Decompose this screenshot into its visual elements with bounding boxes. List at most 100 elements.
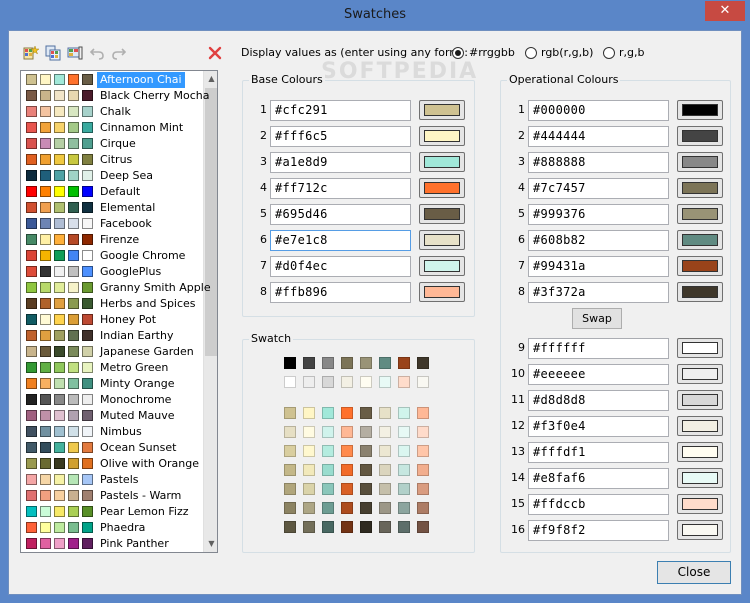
operational-color-button[interactable] [677,100,723,120]
operational-hex-input[interactable]: #f9f8f2 [528,520,669,541]
swatch-cell[interactable] [417,483,429,495]
operational-hex-input[interactable]: #7c7457 [528,178,669,199]
swatch-cell[interactable] [398,464,410,476]
swatch-cell[interactable] [398,357,410,369]
swatch-cell[interactable] [379,407,391,419]
swatch-cell[interactable] [322,483,334,495]
swatch-cell[interactable] [379,357,391,369]
swatch-cell[interactable] [360,426,372,438]
window-close-button[interactable]: ✕ [705,1,745,21]
list-item[interactable]: GooglePlus [22,264,204,280]
swatch-cell[interactable] [303,376,315,388]
operational-hex-input[interactable]: #ffffff [528,338,669,359]
operational-hex-input[interactable]: #f3f0e4 [528,416,669,437]
swatch-cell[interactable] [322,521,334,533]
base-hex-input[interactable]: #695d46 [270,204,411,225]
swatch-cell[interactable] [322,376,334,388]
swatch-cell[interactable] [379,502,391,514]
operational-hex-input[interactable]: #888888 [528,152,669,173]
swatch-cell[interactable] [398,521,410,533]
list-item[interactable]: Pink Panther [22,536,204,552]
operational-hex-input[interactable]: #eeeeee [528,364,669,385]
base-color-button[interactable] [419,126,465,146]
list-item[interactable]: Minty Orange [22,376,204,392]
list-item[interactable]: Cirque [22,136,204,152]
base-color-button[interactable] [419,230,465,250]
swatch-cell[interactable] [398,502,410,514]
swatch-cell[interactable] [379,426,391,438]
base-hex-input[interactable]: #ffb896 [270,282,411,303]
swatch-cell[interactable] [284,376,296,388]
swatch-cell[interactable] [303,521,315,533]
swatch-cell[interactable] [303,407,315,419]
swatch-cell[interactable] [360,376,372,388]
swatch-cell[interactable] [398,445,410,457]
list-item[interactable]: Ocean Sunset [22,440,204,456]
close-button[interactable]: Close [657,561,731,584]
swatch-cell[interactable] [303,502,315,514]
list-item[interactable]: Monochrome [22,392,204,408]
swatch-cell[interactable] [398,407,410,419]
swatch-cell[interactable] [322,357,334,369]
swatch-cell[interactable] [360,464,372,476]
swatch-cell[interactable] [322,407,334,419]
base-color-button[interactable] [419,178,465,198]
operational-color-button[interactable] [677,152,723,172]
swatch-cell[interactable] [284,407,296,419]
swatch-cell[interactable] [284,502,296,514]
base-hex-input[interactable]: #ff712c [270,178,411,199]
swatch-cell[interactable] [417,426,429,438]
base-hex-input[interactable]: #cfc291 [270,100,411,121]
base-color-button[interactable] [419,100,465,120]
operational-color-button[interactable] [677,204,723,224]
redo-button[interactable] [109,43,129,63]
swatch-cell[interactable] [417,445,429,457]
swatch-cell[interactable] [303,464,315,476]
swatch-cell[interactable] [360,483,372,495]
operational-color-button[interactable] [677,390,723,410]
swatch-cell[interactable] [417,407,429,419]
swap-button[interactable]: Swap [572,308,622,329]
list-item[interactable]: Olive with Orange [22,456,204,472]
swatch-cell[interactable] [303,357,315,369]
operational-color-button[interactable] [677,256,723,276]
operational-hex-input[interactable]: #3f372a [528,282,669,303]
radio-rgb[interactable] [525,47,537,59]
swatch-cell[interactable] [341,483,353,495]
operational-color-button[interactable] [677,468,723,488]
list-item[interactable]: Indian Earthy [22,328,204,344]
base-hex-input[interactable]: #d0f4ec [270,256,411,277]
swatch-cell[interactable] [284,445,296,457]
swatch-cell[interactable] [417,357,429,369]
delete-swatch-button[interactable] [205,43,225,63]
swatch-cell[interactable] [341,502,353,514]
swatch-cell[interactable] [417,376,429,388]
scroll-down-icon[interactable]: ▼ [204,536,217,552]
swatch-cell[interactable] [379,376,391,388]
list-item[interactable]: Pear Lemon Fizz [22,504,204,520]
swatch-cell[interactable] [341,357,353,369]
swatch-cell[interactable] [341,445,353,457]
operational-hex-input[interactable]: #99431a [528,256,669,277]
list-item[interactable]: Afternoon Chai [22,72,204,88]
operational-color-button[interactable] [677,178,723,198]
list-item[interactable]: Firenze [22,232,204,248]
radio-plain-label[interactable]: r,g,b [619,45,644,61]
operational-hex-input[interactable]: #ffdccb [528,494,669,515]
base-hex-input[interactable]: #a1e8d9 [270,152,411,173]
operational-color-button[interactable] [677,364,723,384]
list-item[interactable]: Elemental [22,200,204,216]
radio-rgb-label[interactable]: rgb(r,g,b) [541,45,593,61]
swatch-cell[interactable] [284,483,296,495]
operational-hex-input[interactable]: #608b82 [528,230,669,251]
base-color-button[interactable] [419,204,465,224]
radio-hex[interactable] [452,47,464,59]
swatch-cell[interactable] [360,445,372,457]
scroll-up-icon[interactable]: ▲ [204,71,217,87]
copy-swatch-button[interactable] [43,43,63,63]
swatch-cell[interactable] [398,426,410,438]
swatch-cell[interactable] [284,521,296,533]
base-color-button[interactable] [419,256,465,276]
operational-hex-input[interactable]: #d8d8d8 [528,390,669,411]
swatch-cell[interactable] [341,521,353,533]
